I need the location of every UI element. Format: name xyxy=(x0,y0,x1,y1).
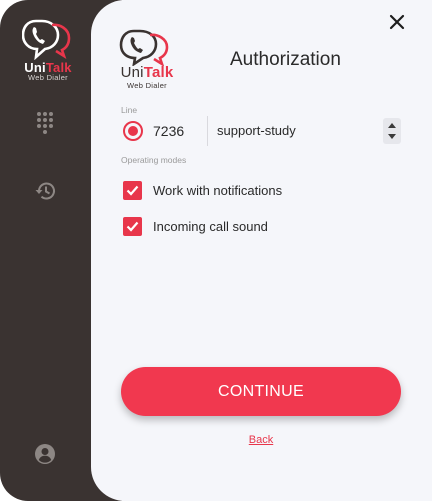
line-divider xyxy=(207,116,208,146)
line-stepper[interactable] xyxy=(383,118,401,144)
continue-button[interactable]: CONTINUE xyxy=(121,367,401,416)
unitalk-logo-icon xyxy=(22,18,74,60)
line-number: 7236 xyxy=(153,123,185,139)
page-title: Authorization xyxy=(230,49,341,70)
call-sound-label: Incoming call sound xyxy=(153,218,268,234)
line-name: support-study xyxy=(217,123,296,138)
stepper-up-icon[interactable] xyxy=(388,123,396,128)
line-radio[interactable] xyxy=(123,121,143,141)
radio-dot xyxy=(128,126,138,136)
call-sound-checkbox[interactable] xyxy=(123,216,142,236)
notifications-option[interactable]: Work with notifications xyxy=(123,180,282,200)
history-icon xyxy=(35,182,55,200)
back-link[interactable]: Back xyxy=(236,434,286,446)
close-button[interactable] xyxy=(385,10,409,34)
operating-modes-label: Operating modes xyxy=(121,155,187,165)
call-sound-option[interactable]: Incoming call sound xyxy=(123,216,268,236)
dialpad-icon xyxy=(37,112,53,134)
line-selector: 7236 support-study xyxy=(121,116,403,146)
logo-brand-subtitle: Web Dialer xyxy=(127,81,167,90)
notifications-checkbox[interactable] xyxy=(123,180,142,200)
checkmark-icon xyxy=(126,221,139,232)
account-icon xyxy=(35,444,55,464)
notifications-label: Work with notifications xyxy=(153,182,283,198)
logo-brand-name: UniTalk xyxy=(120,64,174,81)
sidebar-item-history[interactable] xyxy=(33,179,57,203)
stepper-down-icon[interactable] xyxy=(388,134,396,139)
sidebar-brand-subtitle: Web Dialer xyxy=(28,73,68,82)
checkmark-icon xyxy=(126,185,139,196)
close-icon xyxy=(389,14,405,30)
app-window: UniTalk Web Dialer UniTalk Web Dialer Au… xyxy=(0,0,432,501)
sidebar-item-account[interactable] xyxy=(33,442,57,466)
line-label: Line xyxy=(121,105,138,115)
sidebar-item-dialpad[interactable] xyxy=(33,111,57,135)
